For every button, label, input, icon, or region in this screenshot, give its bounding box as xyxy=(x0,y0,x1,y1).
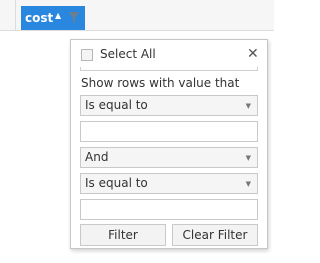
grid-header-row: cost ▲ xyxy=(0,0,274,31)
chevron-down-icon: ▼ xyxy=(245,154,251,162)
first-condition-dropdown[interactable]: Is equal to ▼ xyxy=(80,95,258,116)
condition-section-label: Show rows with value that xyxy=(81,76,240,90)
filter-button[interactable]: Filter xyxy=(80,224,166,246)
filter-popup: Select All ✕ Show rows with value that I… xyxy=(70,39,268,249)
second-condition-value: Is equal to xyxy=(85,176,148,190)
grid-view: cost ▲ Select All ✕ Show rows with value… xyxy=(0,0,274,263)
sort-ascending-icon: ▲ xyxy=(55,11,62,20)
first-condition-value: Is equal to xyxy=(85,98,148,112)
select-all-checkbox[interactable] xyxy=(81,49,93,61)
select-all-label: Select All xyxy=(100,47,156,61)
value-list-area xyxy=(80,67,258,71)
logical-operator-value: And xyxy=(85,150,109,164)
close-icon[interactable]: ✕ xyxy=(247,46,259,62)
column-header-cost[interactable]: cost ▲ xyxy=(21,6,85,30)
clear-filter-button[interactable]: Clear Filter xyxy=(172,224,258,246)
column-header-label: cost xyxy=(25,11,54,25)
second-value-input[interactable] xyxy=(80,199,258,220)
chevron-down-icon: ▼ xyxy=(245,102,251,110)
second-condition-dropdown[interactable]: Is equal to ▼ xyxy=(80,173,258,194)
logical-operator-dropdown[interactable]: And ▼ xyxy=(80,147,258,168)
first-value-input[interactable] xyxy=(80,121,258,142)
funnel-icon[interactable] xyxy=(68,11,80,25)
row-indicator-header xyxy=(0,0,16,30)
chevron-down-icon: ▼ xyxy=(245,180,251,188)
